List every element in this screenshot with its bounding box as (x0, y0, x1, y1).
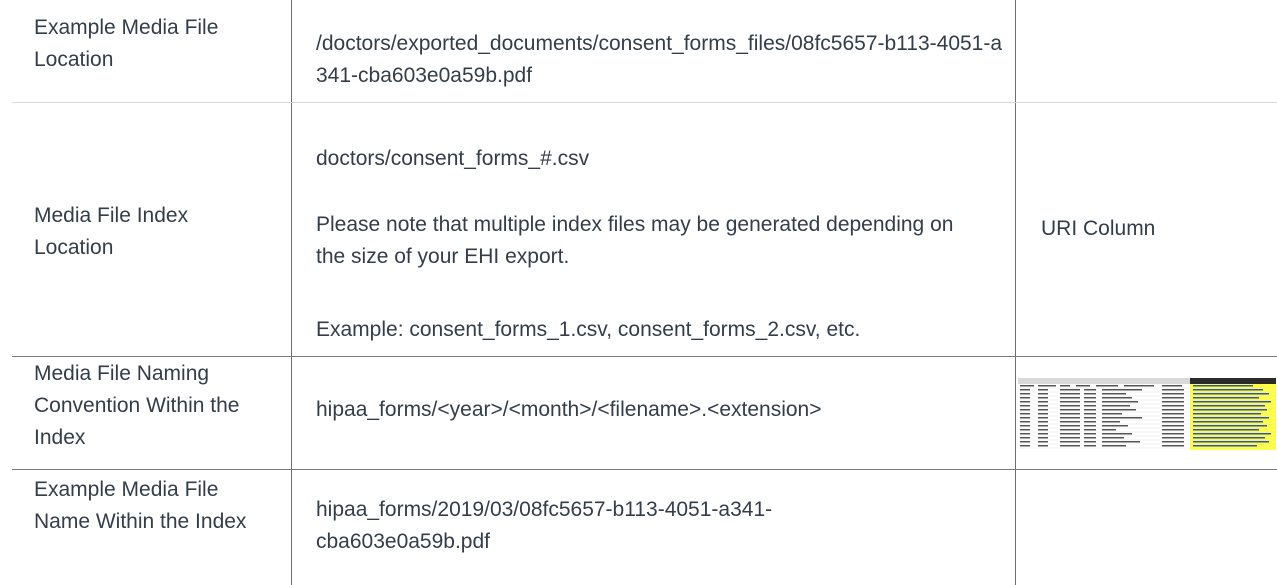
row-divider (12, 469, 1277, 470)
row-divider (12, 102, 1277, 103)
row-label: Example Media File Name Within the Index (34, 478, 247, 533)
row-value: hipaa_forms/2019/03/08fc5657-b113-4051-a… (316, 498, 773, 553)
spreadsheet-thumbnail-image (1018, 378, 1276, 450)
row-divider (12, 356, 1277, 357)
row-label: Media File Naming Convention Within the … (34, 362, 246, 449)
row-value: hipaa_forms/<year>/<month>/<filename>.<e… (316, 398, 822, 421)
row-value-note: Please note that multiple index files ma… (316, 213, 960, 268)
row-value-line: doctors/consent_forms_#.csv (316, 147, 590, 170)
row-extra: URI Column (1041, 217, 1156, 240)
row-label: Example Media File Location (34, 16, 225, 71)
row-label: Media File Index Location (34, 204, 194, 259)
row-value: /doctors/exported_documents/consent_form… (316, 32, 1003, 87)
spreadsheet-thumbnail (1018, 378, 1276, 450)
column-divider (1015, 0, 1016, 585)
column-divider (291, 0, 292, 585)
documentation-table: Example Media File Location /doctors/exp… (0, 0, 1277, 585)
row-value-example: Example: consent_forms_1.csv, consent_fo… (316, 318, 861, 341)
